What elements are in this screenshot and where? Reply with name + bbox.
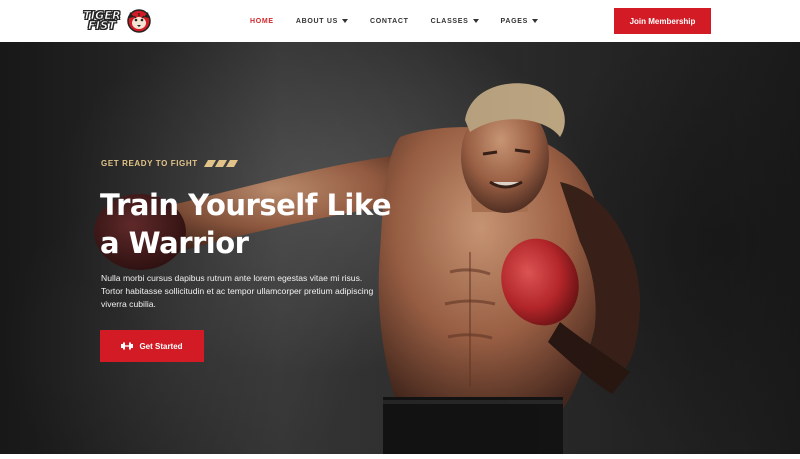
- site-header: TIGER FIST HOME ABOUT US CONTACT CLASSES: [0, 0, 800, 42]
- hero-title-line-1: Train Yourself Like: [100, 188, 392, 222]
- logo-wordmark: TIGER FIST: [82, 10, 122, 32]
- nav-label-pages: PAGES: [500, 17, 529, 25]
- nav-item-pages[interactable]: PAGES: [501, 18, 539, 25]
- get-started-label: Get Started: [139, 341, 183, 351]
- nav-label-home: HOME: [250, 17, 274, 25]
- chevron-down-icon: [532, 19, 539, 23]
- page-bottom-strip: [0, 454, 800, 459]
- hero-description: Nulla morbi cursus dapibus rutrum ante l…: [101, 273, 374, 309]
- nav-item-contact[interactable]: CONTACT: [370, 18, 409, 25]
- stripes-icon: [203, 160, 238, 167]
- hero-section: GET READY TO FIGHT Train Yourself Like a…: [0, 42, 800, 454]
- main-nav: HOME ABOUT US CONTACT CLASSES PAGES: [250, 0, 560, 42]
- nav-item-about-us[interactable]: ABOUT US: [296, 18, 348, 25]
- nav-item-classes[interactable]: CLASSES: [431, 18, 479, 25]
- hero-eyebrow: GET READY TO FIGHT: [101, 159, 238, 168]
- nav-label-contact: CONTACT: [369, 17, 409, 25]
- nav-item-home[interactable]: HOME: [250, 18, 274, 25]
- tiger-head-icon: [127, 9, 151, 33]
- dumbbell-icon: [121, 342, 134, 350]
- brand-logo[interactable]: TIGER FIST: [82, 6, 154, 36]
- logo-line-2: FIST: [88, 19, 116, 32]
- chevron-down-icon: [341, 19, 348, 23]
- chevron-down-icon: [472, 19, 479, 23]
- hero-title-line-2: a Warrior: [100, 226, 249, 260]
- get-started-button[interactable]: Get Started: [100, 330, 204, 362]
- eyebrow-text: GET READY TO FIGHT: [101, 159, 198, 168]
- nav-label-about-us: ABOUT US: [295, 17, 338, 25]
- join-membership-button[interactable]: Join Membership: [614, 8, 711, 34]
- nav-label-classes: CLASSES: [430, 17, 469, 25]
- hero-title: Train Yourself Like a Warrior: [100, 186, 400, 262]
